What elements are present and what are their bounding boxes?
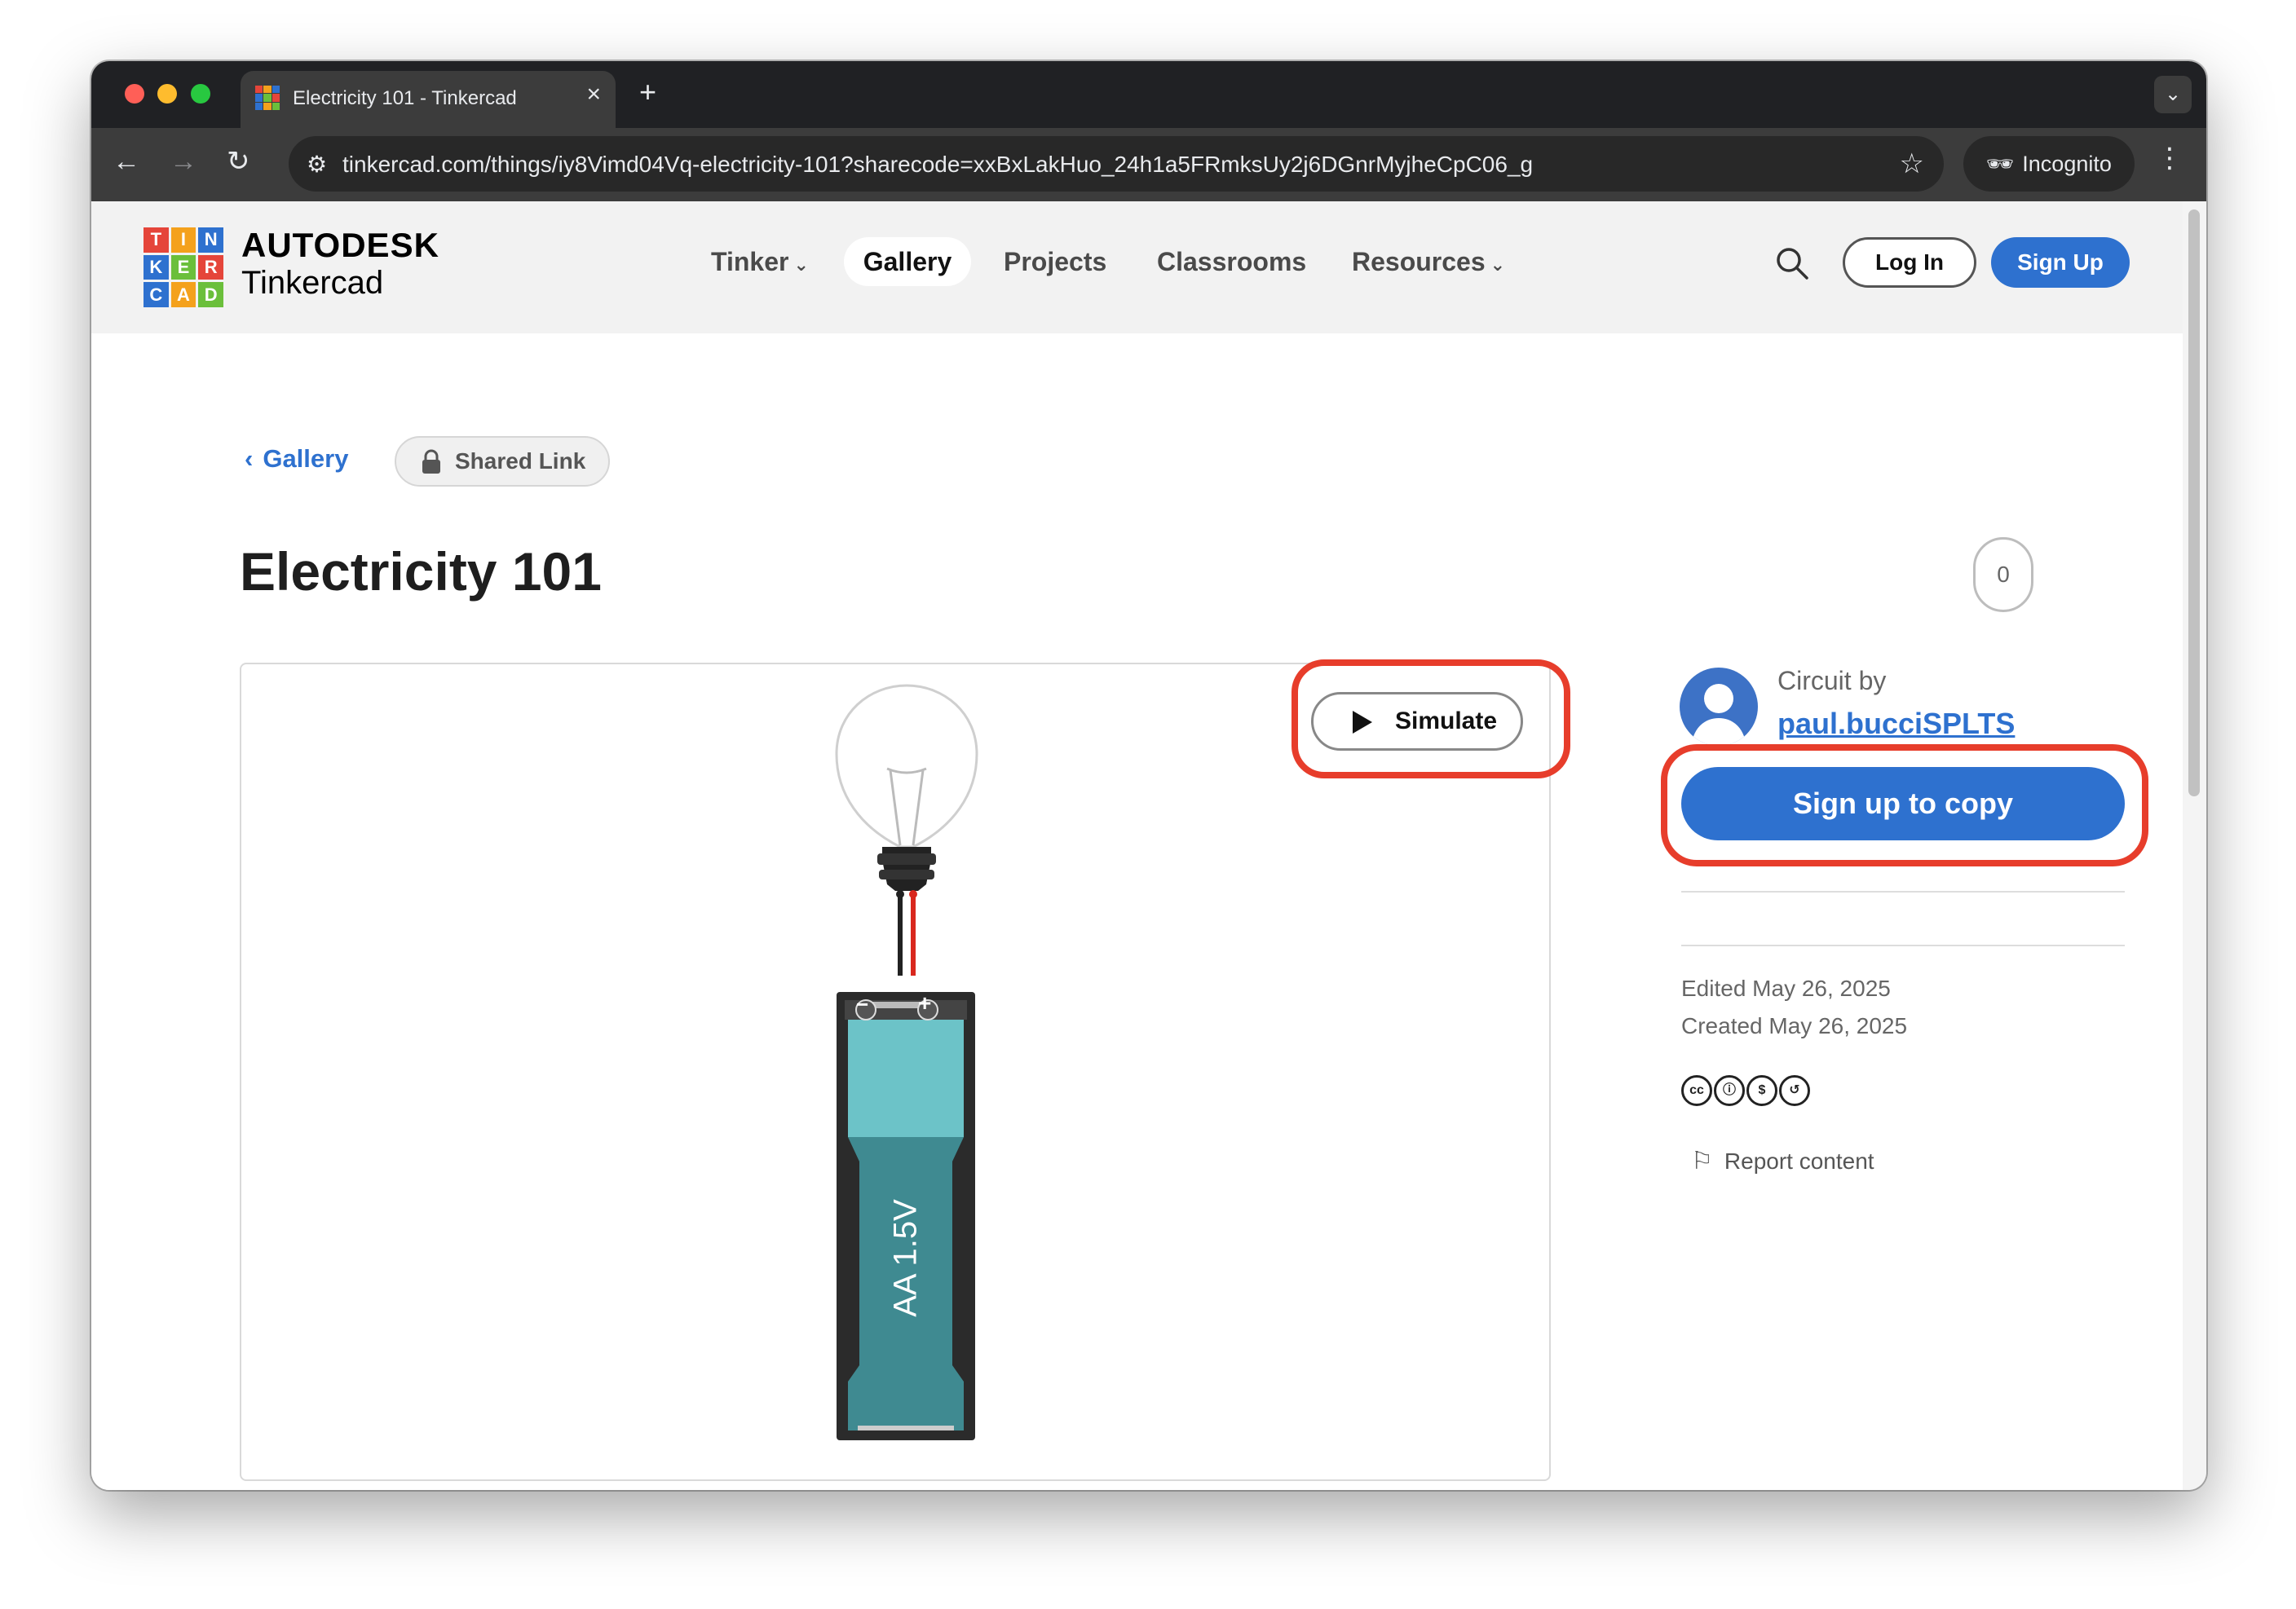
battery-label: AA 1.5V <box>887 1199 924 1317</box>
lock-icon <box>422 449 440 474</box>
incognito-indicator[interactable]: 🕶 Incognito <box>1963 136 2135 192</box>
scrollbar-thumb[interactable] <box>2188 209 2200 796</box>
site-header: TINKERCAD AUTODESK Tinkercad Tinker ⌄ Gal… <box>91 201 2183 333</box>
forward-icon[interactable]: → <box>170 148 197 175</box>
user-avatar-icon <box>1691 684 1746 746</box>
attribution-icon: ⓘ <box>1714 1075 1745 1106</box>
tab-close-icon[interactable]: × <box>586 82 601 107</box>
breadcrumb-gallery-link[interactable]: ‹ Gallery <box>245 444 348 474</box>
breadcrumb-gallery-label: Gallery <box>263 444 349 473</box>
logo-letter: T <box>144 227 169 253</box>
zoom-window-button[interactable] <box>191 84 210 104</box>
logo-letter: E <box>170 254 196 280</box>
battery-minus-label: − <box>856 992 869 1016</box>
incognito-label: Incognito <box>2022 152 2112 176</box>
like-button[interactable]: 0 <box>1973 537 2033 612</box>
close-window-button[interactable] <box>125 84 144 104</box>
logo-letter: A <box>170 282 196 307</box>
circuit-viewer[interactable]: − + AA 1.5V Simulate <box>240 659 1570 1481</box>
sharealike-icon: ↺ <box>1779 1075 1810 1106</box>
tinkercad-favicon-icon <box>255 86 280 110</box>
browser-tab[interactable]: Electricity 101 - Tinkercad × <box>241 71 616 128</box>
light-bulb <box>835 684 978 891</box>
flag-icon: ⚐ <box>1691 1148 1713 1175</box>
play-icon <box>1353 711 1372 734</box>
battery-plus-label: + <box>918 990 932 1016</box>
circuit-illustration <box>835 684 978 1440</box>
page-title: Electricity 101 <box>240 541 602 602</box>
logo-letter: I <box>170 227 196 253</box>
minimize-window-button[interactable] <box>157 84 177 104</box>
simulate-label: Simulate <box>1395 708 1498 734</box>
browser-window: Electricity 101 - Tinkercad × + ⌄ ← → ↻ … <box>91 61 2206 1490</box>
shared-link-label: Shared Link <box>455 448 586 474</box>
noncommercial-icon: $ <box>1746 1075 1777 1106</box>
circuit-by-label: Circuit by <box>1777 666 1887 695</box>
chevron-down-icon: ⌄ <box>1490 254 1506 275</box>
nav-tinker[interactable]: Tinker ⌄ <box>711 237 809 286</box>
nav-resources-label: Resources <box>1352 247 1486 276</box>
divider <box>1681 945 2125 946</box>
address-bar[interactable]: ⚙ tinkercad.com/things/iy8Vimd04Vq-elect… <box>289 136 1944 192</box>
signup-button[interactable]: Sign Up <box>1991 237 2130 288</box>
url-text[interactable]: tinkercad.com/things/iy8Vimd04Vq-electri… <box>342 152 1533 178</box>
logo-letter: K <box>144 254 169 280</box>
logo-letter: N <box>198 227 223 253</box>
incognito-icon: 🕶 <box>1986 152 2015 176</box>
nav-tinker-label: Tinker <box>711 247 789 276</box>
cc-icon: cc <box>1681 1075 1712 1106</box>
tab-bar: Electricity 101 - Tinkercad × + ⌄ <box>91 61 2206 128</box>
new-tab-button[interactable]: + <box>639 77 656 107</box>
nav-classrooms[interactable]: Classrooms <box>1157 237 1306 286</box>
sign-up-to-copy-button[interactable]: Sign up to copy <box>1681 767 2125 840</box>
nav-projects[interactable]: Projects <box>1004 237 1106 286</box>
browser-toolbar: ← → ↻ ⚙ tinkercad.com/things/iy8Vimd04Vq… <box>91 128 2206 201</box>
created-date: Created May 26, 2025 <box>1681 1013 1908 1038</box>
login-button[interactable]: Log In <box>1843 237 1976 288</box>
nav-gallery[interactable]: Gallery <box>844 237 971 286</box>
edited-date: Edited May 26, 2025 <box>1681 976 1891 1001</box>
report-label: Report content <box>1724 1148 1874 1174</box>
back-icon[interactable]: ← <box>113 148 140 175</box>
tinkercad-logo[interactable]: TIN KER CAD <box>144 227 223 307</box>
kebab-menu-icon[interactable]: ⋮ <box>2156 144 2183 172</box>
page-content: TINKERCAD AUTODESK Tinkercad Tinker ⌄ Gal… <box>91 201 2183 1490</box>
nav-resources[interactable]: Resources ⌄ <box>1352 237 1505 286</box>
creative-commons-license[interactable]: cc ⓘ $ ↺ <box>1681 1075 1812 1108</box>
logo-letter: D <box>198 282 223 307</box>
report-content-link[interactable]: ⚐ Report content <box>1691 1147 1874 1175</box>
avatar[interactable] <box>1680 668 1758 746</box>
search-icon[interactable] <box>1774 245 1810 281</box>
reload-icon[interactable]: ↻ <box>227 148 250 175</box>
tab-title: Electricity 101 - Tinkercad <box>293 87 517 109</box>
bookmark-star-icon[interactable]: ☆ <box>1900 148 1924 180</box>
tab-list-icon[interactable]: ⌄ <box>2154 76 2192 113</box>
shared-link-badge: Shared Link <box>395 436 610 487</box>
divider <box>1681 891 2125 893</box>
simulate-button[interactable]: Simulate <box>1311 692 1523 751</box>
site-info-icon[interactable]: ⚙ <box>307 151 327 178</box>
chevron-down-icon: ⌄ <box>793 254 809 275</box>
logo-letter: C <box>144 282 169 307</box>
brand-tinkercad[interactable]: Tinkercad <box>241 265 383 302</box>
chevron-left-icon: ‹ <box>245 444 254 473</box>
logo-letter: R <box>198 254 223 280</box>
author-link[interactable]: paul.bucciSPLTS <box>1777 707 2015 741</box>
brand-autodesk[interactable]: AUTODESK <box>241 226 439 265</box>
